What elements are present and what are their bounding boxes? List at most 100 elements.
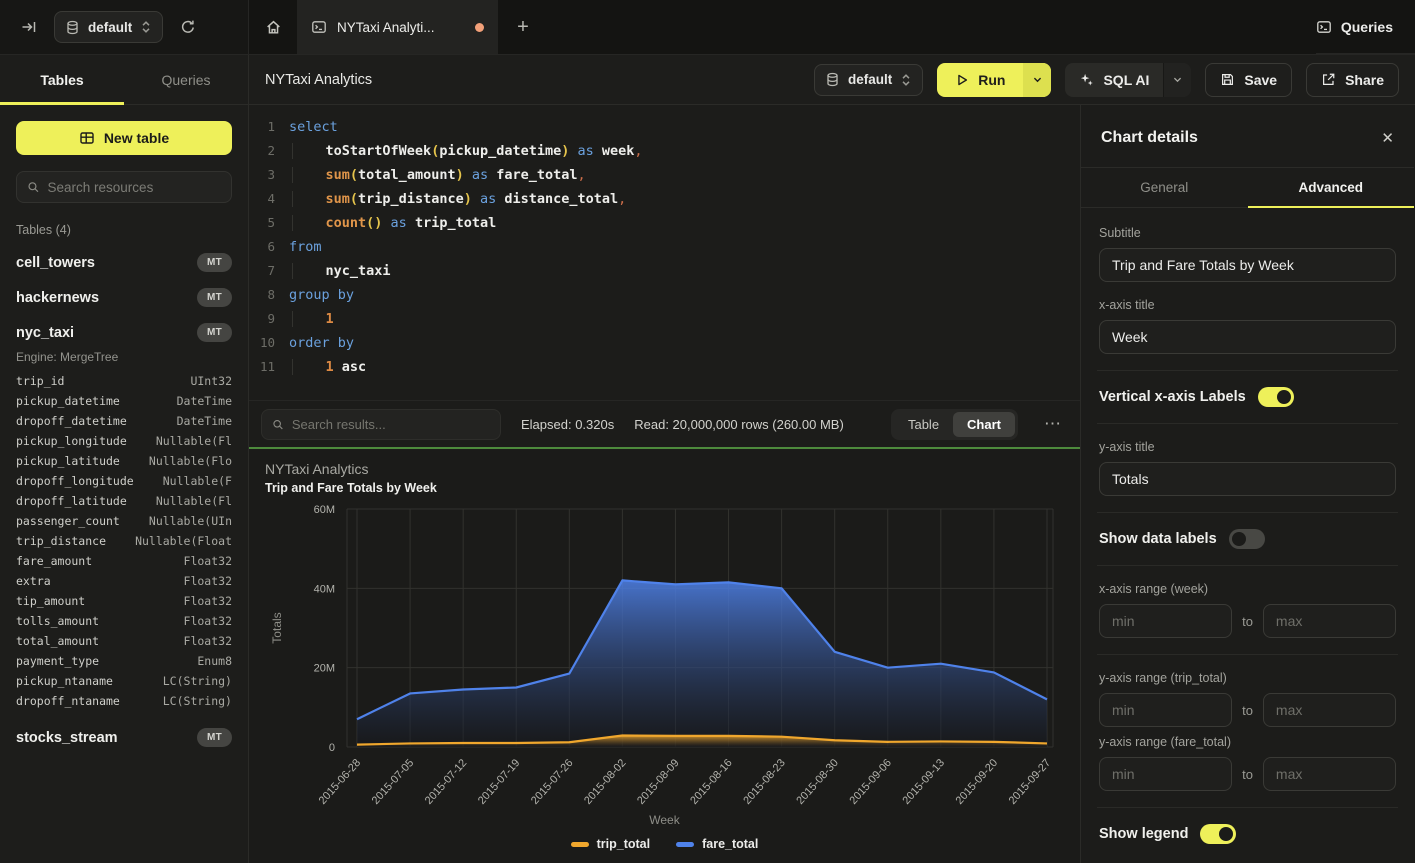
svg-text:2015-08-30: 2015-08-30 (794, 757, 841, 807)
results-more-button[interactable]: ⋯ (1038, 414, 1068, 434)
y-range-fare-min-input[interactable] (1099, 757, 1232, 791)
column-type: DateTime (177, 394, 232, 408)
vertical-x-axis-labels-row: Vertical x-axis Labels (1099, 387, 1396, 407)
code-line: 8group by (249, 283, 1080, 307)
y-range-trip-min-input[interactable] (1099, 693, 1232, 727)
updown-chevron-icon (140, 20, 152, 34)
queries-button[interactable]: Queries (1316, 19, 1393, 35)
database-icon (825, 72, 840, 87)
top-bar-right: Queries (1316, 0, 1415, 54)
sidebar-item-cell-towers[interactable]: cell_towers MT (16, 253, 232, 272)
x-range-max-input[interactable] (1263, 604, 1396, 638)
code-text: toStartOfWeek(pickup_datetime) as week, (289, 139, 643, 163)
show-legend-label: Show legend (1099, 826, 1188, 842)
sql-editor[interactable]: 1select2 toStartOfWeek(pickup_datetime) … (249, 105, 1080, 401)
schema-column-row[interactable]: pickup_ntanameLC(String) (16, 674, 232, 694)
run-button[interactable]: Run (937, 63, 1051, 97)
svg-text:2015-09-13: 2015-09-13 (900, 757, 947, 807)
new-table-button[interactable]: New table (16, 121, 232, 155)
svg-text:2015-08-02: 2015-08-02 (582, 757, 629, 807)
share-button[interactable]: Share (1306, 63, 1399, 97)
home-tab-button[interactable] (249, 0, 297, 54)
schema-column-row[interactable]: pickup_latitudeNullable(Flo (16, 454, 232, 474)
chart-plot[interactable]: 020M40M60MTotals2015-06-282015-07-052015… (265, 495, 1064, 829)
column-type: UInt32 (190, 374, 232, 388)
schema-column-row[interactable]: fare_amountFloat32 (16, 554, 232, 574)
database-selector[interactable]: default (54, 11, 163, 43)
schema-column-row[interactable]: payment_typeEnum8 (16, 654, 232, 674)
legend-item-trip_total[interactable]: trip_total (571, 837, 650, 851)
column-type: Enum8 (197, 654, 232, 668)
view-chart-button[interactable]: Chart (953, 412, 1015, 437)
app-window: default NYTaxi Analyti... + Queries (0, 0, 1415, 863)
sidebar-item-nyc-taxi[interactable]: nyc_taxi MT (16, 323, 232, 342)
column-name: dropoff_datetime (16, 414, 127, 428)
vertical-x-axis-labels-toggle[interactable] (1258, 387, 1294, 407)
legend-item-fare_total[interactable]: fare_total (676, 837, 758, 851)
schema-column-row[interactable]: tip_amountFloat32 (16, 594, 232, 614)
subtitle-input[interactable] (1099, 248, 1396, 282)
sql-ai-button[interactable]: SQL AI (1065, 63, 1191, 97)
code-line: 9 1 (249, 307, 1080, 331)
y-range-trip-max-input[interactable] (1263, 693, 1396, 727)
toggle-knob (1277, 390, 1291, 404)
sidebar-search[interactable] (16, 171, 232, 203)
column-name: dropoff_longitude (16, 474, 134, 488)
engine-badge: MT (197, 323, 232, 342)
subtitle-field-label: Subtitle (1099, 226, 1396, 240)
x-range-min-input[interactable] (1099, 604, 1232, 638)
schema-column-row[interactable]: passenger_countNullable(UIn (16, 514, 232, 534)
results-search-input[interactable] (292, 417, 490, 432)
legend-label: trip_total (597, 837, 650, 851)
chevron-down-icon (1032, 74, 1043, 85)
sidebar-tab-queries[interactable]: Queries (124, 55, 248, 104)
save-button[interactable]: Save (1205, 63, 1292, 97)
y-axis-title-input[interactable] (1099, 462, 1396, 496)
x-axis-title-input[interactable] (1099, 320, 1396, 354)
database-selector-value: default (88, 20, 132, 35)
sidebar-tab-tables[interactable]: Tables (0, 55, 124, 104)
results-bar: Elapsed: 0.320s Read: 20,000,000 rows (2… (249, 401, 1080, 447)
panel-tab-general[interactable]: General (1081, 168, 1248, 207)
close-panel-button[interactable]: ✕ (1381, 129, 1394, 147)
divider (1097, 654, 1398, 655)
chart-subtitle: Trip and Fare Totals by Week (265, 481, 1064, 495)
sidebar-item-stocks-stream[interactable]: stocks_stream MT (16, 728, 232, 747)
divider (1097, 565, 1398, 566)
code-text: sum(total_amount) as fare_total, (289, 163, 586, 187)
updown-chevron-icon (900, 73, 912, 87)
query-title: NYTaxi Analytics (265, 72, 372, 88)
new-tab-button[interactable]: + (499, 0, 547, 54)
schema-column-row[interactable]: trip_idUInt32 (16, 374, 232, 394)
schema-column-row[interactable]: extraFloat32 (16, 574, 232, 594)
schema-column-row[interactable]: dropoff_ntanameLC(String) (16, 694, 232, 714)
toolbar-database-value: default (848, 72, 892, 87)
show-legend-toggle[interactable] (1200, 824, 1236, 844)
schema-column-row[interactable]: dropoff_datetimeDateTime (16, 414, 232, 434)
show-data-labels-toggle[interactable] (1229, 529, 1265, 549)
schema-column-row[interactable]: dropoff_longitudeNullable(F (16, 474, 232, 494)
code-line: 2 toStartOfWeek(pickup_datetime) as week… (249, 139, 1080, 163)
schema-column-row[interactable]: pickup_longitudeNullable(Fl (16, 434, 232, 454)
y-range-fare-max-input[interactable] (1263, 757, 1396, 791)
schema-column-row[interactable]: trip_distanceNullable(Float (16, 534, 232, 554)
schema-column-row[interactable]: total_amountFloat32 (16, 634, 232, 654)
results-search[interactable] (261, 409, 501, 440)
run-options-caret[interactable] (1023, 63, 1051, 97)
collapse-sidebar-button[interactable] (14, 12, 44, 42)
sql-ai-caret[interactable] (1163, 63, 1191, 97)
view-table-button[interactable]: Table (894, 412, 953, 437)
sidebar-search-input[interactable] (48, 180, 221, 195)
table-name: nyc_taxi (16, 325, 74, 341)
schema-column-row[interactable]: dropoff_latitudeNullable(Fl (16, 494, 232, 514)
schema-column-row[interactable]: pickup_datetimeDateTime (16, 394, 232, 414)
refresh-button[interactable] (173, 12, 203, 42)
home-icon (265, 19, 282, 36)
sidebar-item-hackernews[interactable]: hackernews MT (16, 288, 232, 307)
tab-nytaxi-analytics[interactable]: NYTaxi Analyti... (297, 0, 499, 54)
svg-text:60M: 60M (314, 504, 335, 516)
toolbar-database-selector[interactable]: default (814, 64, 923, 96)
schema-column-row[interactable]: tolls_amountFloat32 (16, 614, 232, 634)
area-chart: 020M40M60MTotals2015-06-282015-07-052015… (265, 495, 1064, 825)
panel-tab-advanced[interactable]: Advanced (1248, 168, 1415, 207)
